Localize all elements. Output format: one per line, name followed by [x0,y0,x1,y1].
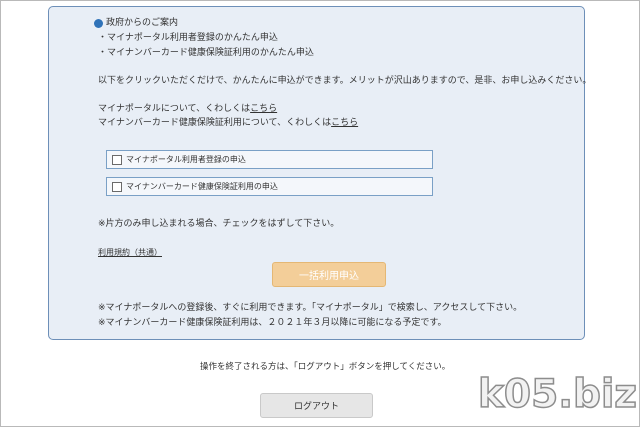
portal-info-link[interactable]: こちら [250,104,277,114]
card-info-link[interactable]: こちら [331,118,358,128]
notice-intro: 以下をクリックいただくだけで、かんたんに申込ができます。メリットが沢山ありますの… [98,76,592,86]
info-bullet-icon [94,19,103,28]
terms-link-wrap: 利用規約（共通） [98,248,162,258]
card-insurance-label: マイナンバーカード健康保険証利用の申込 [126,181,278,191]
card-info-text: マイナンバーカード健康保険証利用について、くわしくは [98,118,332,128]
option-portal-registration[interactable]: マイナポータル利用者登録の申込 [106,150,433,169]
logout-button[interactable]: ログアウト [260,393,373,418]
bulk-apply-button[interactable]: 一括利用申込 [272,262,386,287]
card-info-line: マイナンバーカード健康保険証利用について、くわしくはこちら [98,118,358,129]
portal-info-text: マイナポータルについて、くわしくは [98,104,251,114]
terms-link[interactable]: 利用規約（共通） [98,248,162,257]
card-insurance-checkbox[interactable] [112,181,122,192]
partial-application-note: ※片方のみ申し込まれる場合、チェックをはずして下さい。 [98,219,340,229]
portal-info-line: マイナポータルについて、くわしくはこちら [98,104,277,115]
footnote-portal: ※マイナポータルへの登録後、すぐに利用できます。「マイナポータル」で検索し、アク… [98,303,523,313]
notice-item-card: ・マイナンバーカード健康保険証利用のかんたん申込 [98,48,314,58]
notice-heading-text: 政府からのご案内 [106,18,179,28]
portal-registration-checkbox[interactable] [112,154,122,165]
notice-item-portal: ・マイナポータル利用者登録のかんたん申込 [98,33,278,43]
notice-heading: 政府からのご案内 [94,18,178,29]
logout-note: 操作を終了される方は、「ログアウト」ボタンを押してください。 [200,362,451,372]
option-card-insurance[interactable]: マイナンバーカード健康保険証利用の申込 [106,177,433,196]
footnote-card: ※マイナンバーカード健康保険証利用は、２０２１年３月以降に可能になる予定です。 [98,318,447,328]
portal-registration-label: マイナポータル利用者登録の申込 [126,154,246,164]
watermark-logo: k05.biz [477,371,638,418]
